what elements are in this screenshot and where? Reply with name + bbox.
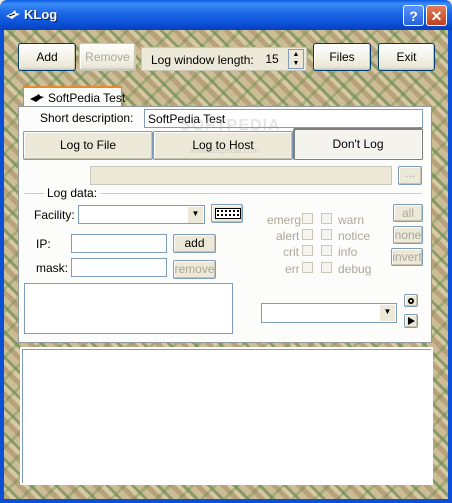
files-button-label: Files — [329, 50, 355, 64]
all-button[interactable]: all — [393, 204, 423, 222]
tab-softpedia-test[interactable]: SoftPedia Test — [23, 86, 126, 108]
klog-icon — [6, 10, 20, 19]
files-button[interactable]: Files — [313, 43, 371, 71]
grid-icon — [215, 208, 241, 219]
close-button[interactable]: ✕ — [426, 5, 447, 26]
level-checkbox-notice[interactable] — [321, 229, 332, 240]
facility-select[interactable]: ▼ — [78, 205, 205, 224]
invert-button[interactable]: invert — [391, 248, 423, 266]
dont-log-button[interactable]: Don't Log — [293, 128, 423, 160]
level-checkbox-crit[interactable] — [302, 245, 313, 256]
level-label-warn: warn — [338, 213, 365, 227]
log-to-file-button[interactable]: Log to File — [23, 131, 153, 160]
add-ip-label: add — [184, 236, 205, 250]
level-label-emerg: emerg — [267, 213, 302, 227]
add-button-label: Add — [36, 50, 58, 64]
softpedia-watermark-url: www.softpedia.com — [190, 146, 259, 155]
none-label: none — [394, 228, 422, 242]
help-button[interactable]: ? — [403, 5, 424, 26]
help-icon: ? — [409, 8, 418, 24]
level-label-debug: debug — [338, 262, 372, 276]
add-ip-button[interactable]: add — [173, 234, 216, 253]
play-button[interactable] — [404, 314, 418, 328]
capture-button[interactable] — [404, 294, 418, 307]
level-checkbox-alert[interactable] — [302, 229, 313, 240]
spin-up-icon[interactable]: ▲ — [289, 50, 303, 59]
ip-list[interactable] — [24, 283, 233, 334]
remove-ip-label: remove — [174, 262, 215, 276]
remove-button-label: Remove — [85, 50, 130, 64]
ip-input[interactable] — [71, 234, 167, 253]
ip-label: IP: — [36, 237, 51, 251]
add-button[interactable]: Add — [18, 43, 76, 71]
level-label-info: info — [338, 245, 358, 259]
log-window-length-spinner[interactable]: ▲ ▼ — [288, 49, 304, 69]
mask-label: mask: — [36, 261, 69, 275]
remove-button[interactable]: Remove — [79, 43, 136, 71]
level-label-notice: notice — [338, 229, 371, 243]
level-checkbox-info[interactable] — [321, 245, 332, 256]
play-icon — [408, 317, 415, 325]
level-checkbox-err[interactable] — [302, 262, 313, 273]
spin-down-icon[interactable]: ▼ — [289, 59, 303, 68]
chevron-down-icon[interactable]: ▼ — [380, 305, 395, 321]
path-input[interactable] — [90, 166, 392, 185]
chevron-down-icon[interactable]: ▼ — [188, 207, 203, 223]
log-window-length-value: 15 — [265, 52, 279, 66]
level-checkbox-warn[interactable] — [321, 213, 332, 224]
log-window-length-input[interactable]: 15 — [257, 50, 287, 70]
exit-button[interactable]: Exit — [378, 43, 435, 71]
level-label-crit: crit — [283, 245, 299, 259]
browse-button[interactable]: ... — [398, 166, 422, 185]
log-data-label: Log data: — [44, 186, 101, 200]
level-label-err: err — [285, 262, 300, 276]
level-checkbox-emerg[interactable] — [302, 213, 313, 224]
level-checkbox-debug[interactable] — [321, 262, 332, 273]
log-to-file-label: Log to File — [59, 138, 117, 152]
short-description-label: Short description: — [40, 111, 134, 125]
browse-label: ... — [404, 166, 415, 180]
none-button[interactable]: none — [393, 226, 423, 244]
facility-grid-button[interactable] — [211, 204, 243, 223]
log-window-length-label: Log window length: — [151, 53, 254, 67]
invert-label: invert — [392, 250, 422, 264]
tab-label: SoftPedia Test — [48, 91, 126, 105]
exit-button-label: Exit — [396, 50, 417, 64]
window-title: KLog — [24, 7, 58, 22]
softpedia-watermark: SOFTPEDIA — [180, 117, 281, 134]
log-output[interactable] — [20, 347, 433, 485]
dont-log-label: Don't Log — [332, 137, 384, 151]
action-select[interactable]: ▼ — [261, 303, 397, 323]
facility-label: Facility: — [34, 208, 75, 222]
all-label: all — [401, 206, 414, 220]
title-bar[interactable]: KLog ? ✕ — [0, 0, 452, 30]
mask-input[interactable] — [71, 258, 167, 277]
bird-icon — [30, 94, 44, 102]
close-icon: ✕ — [430, 8, 443, 24]
remove-ip-button[interactable]: remove — [173, 260, 216, 279]
camera-icon — [408, 298, 414, 304]
level-label-alert: alert — [276, 229, 300, 243]
